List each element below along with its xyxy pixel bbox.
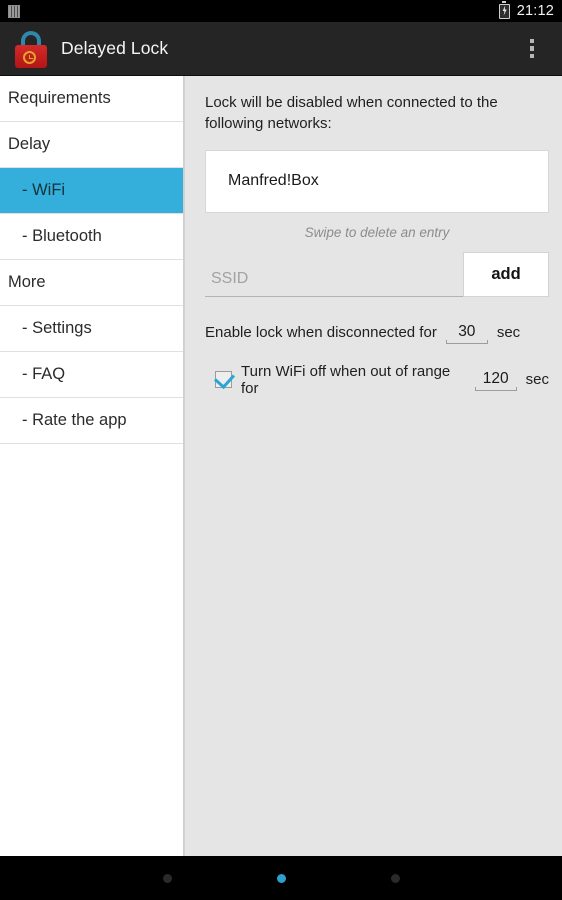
swipe-hint: Swipe to delete an entry — [304, 224, 450, 240]
sidebar-item-label: More — [8, 273, 46, 291]
disconnect-delay-label: Enable lock when disconnected for — [205, 324, 437, 342]
overflow-dot — [529, 46, 535, 51]
recents-button[interactable] — [390, 873, 400, 883]
sidebar-item-delay[interactable]: Delay — [0, 122, 183, 168]
sidebar-item-label: - WiFi — [22, 181, 66, 199]
sidebar-item-label: Requirements — [8, 89, 111, 107]
overflow-dot — [529, 38, 535, 44]
action-bar: Delayed Lock — [0, 22, 562, 76]
sidebar-item-label: - Rate the app — [22, 411, 127, 429]
sidebar-item-label: - FAQ — [22, 365, 66, 383]
disconnect-delay-setting: Enable lock when disconnected for sec — [205, 321, 549, 344]
status-bar-left — [8, 4, 20, 18]
home-button[interactable] — [276, 873, 286, 883]
battery-charging-icon — [498, 1, 510, 19]
overflow-menu-icon[interactable] — [521, 29, 543, 69]
wifi-off-field-wrap — [466, 368, 526, 391]
content-area: Requirements Delay - WiFi - Bluetooth More - … — [0, 76, 562, 856]
app-screen: 21:12 Delayed Lock Requirements Delay - Wi… — [0, 0, 562, 900]
list-item[interactable]: Manfred!Box — [206, 172, 319, 190]
back-button[interactable] — [162, 873, 172, 883]
status-bar: 21:12 — [0, 0, 562, 22]
sidebar-item-requirements[interactable]: Requirements — [0, 76, 183, 122]
sidebar-item-faq[interactable]: - FAQ — [0, 352, 183, 398]
disconnect-delay-field-wrap — [437, 321, 497, 344]
sidebar-item-more[interactable]: More — [0, 260, 183, 306]
ssid-input[interactable] — [205, 264, 463, 297]
status-bar-right: 21:12 — [498, 1, 554, 19]
status-bar-clock: 21:12 — [516, 3, 554, 19]
wifi-off-input[interactable] — [474, 368, 517, 391]
main-panel: Lock will be disabled when connected to … — [184, 76, 562, 856]
wifi-off-checkbox[interactable] — [215, 371, 232, 389]
intro-text: Lock will be disabled when connected to … — [205, 94, 498, 133]
overflow-dot — [529, 53, 535, 59]
system-navigation-bar — [0, 856, 562, 900]
wifi-off-unit: sec — [525, 371, 549, 389]
sidebar-item-settings[interactable]: - Settings — [0, 306, 183, 352]
sidebar-item-label: - Settings — [22, 319, 92, 337]
wifi-off-setting: Turn WiFi off when out of range for sec — [215, 363, 549, 397]
sidebar-item-bluetooth[interactable]: - Bluetooth — [0, 214, 183, 260]
wifi-off-label: Turn WiFi off when out of range for — [241, 362, 451, 397]
sidebar-item-label: Delay — [8, 135, 51, 153]
add-network-row: add — [205, 251, 549, 297]
sidebar-navigation: Requirements Delay - WiFi - Bluetooth More - … — [0, 76, 184, 856]
disconnect-delay-input[interactable] — [445, 321, 488, 344]
padlock-clock-icon[interactable] — [14, 30, 48, 68]
network-list: Manfred!Box — [205, 149, 549, 213]
sd-card-icon — [8, 4, 20, 18]
add-button[interactable]: add — [463, 251, 549, 297]
sidebar-item-label: - Bluetooth — [22, 227, 102, 245]
app-title: Delayed Lock — [61, 38, 169, 58]
sidebar-item-rate-the-app[interactable]: - Rate the app — [0, 398, 183, 444]
sidebar-item-wifi[interactable]: - WiFi — [0, 168, 183, 214]
clock-face — [23, 50, 36, 64]
disconnect-delay-unit: sec — [496, 324, 521, 342]
